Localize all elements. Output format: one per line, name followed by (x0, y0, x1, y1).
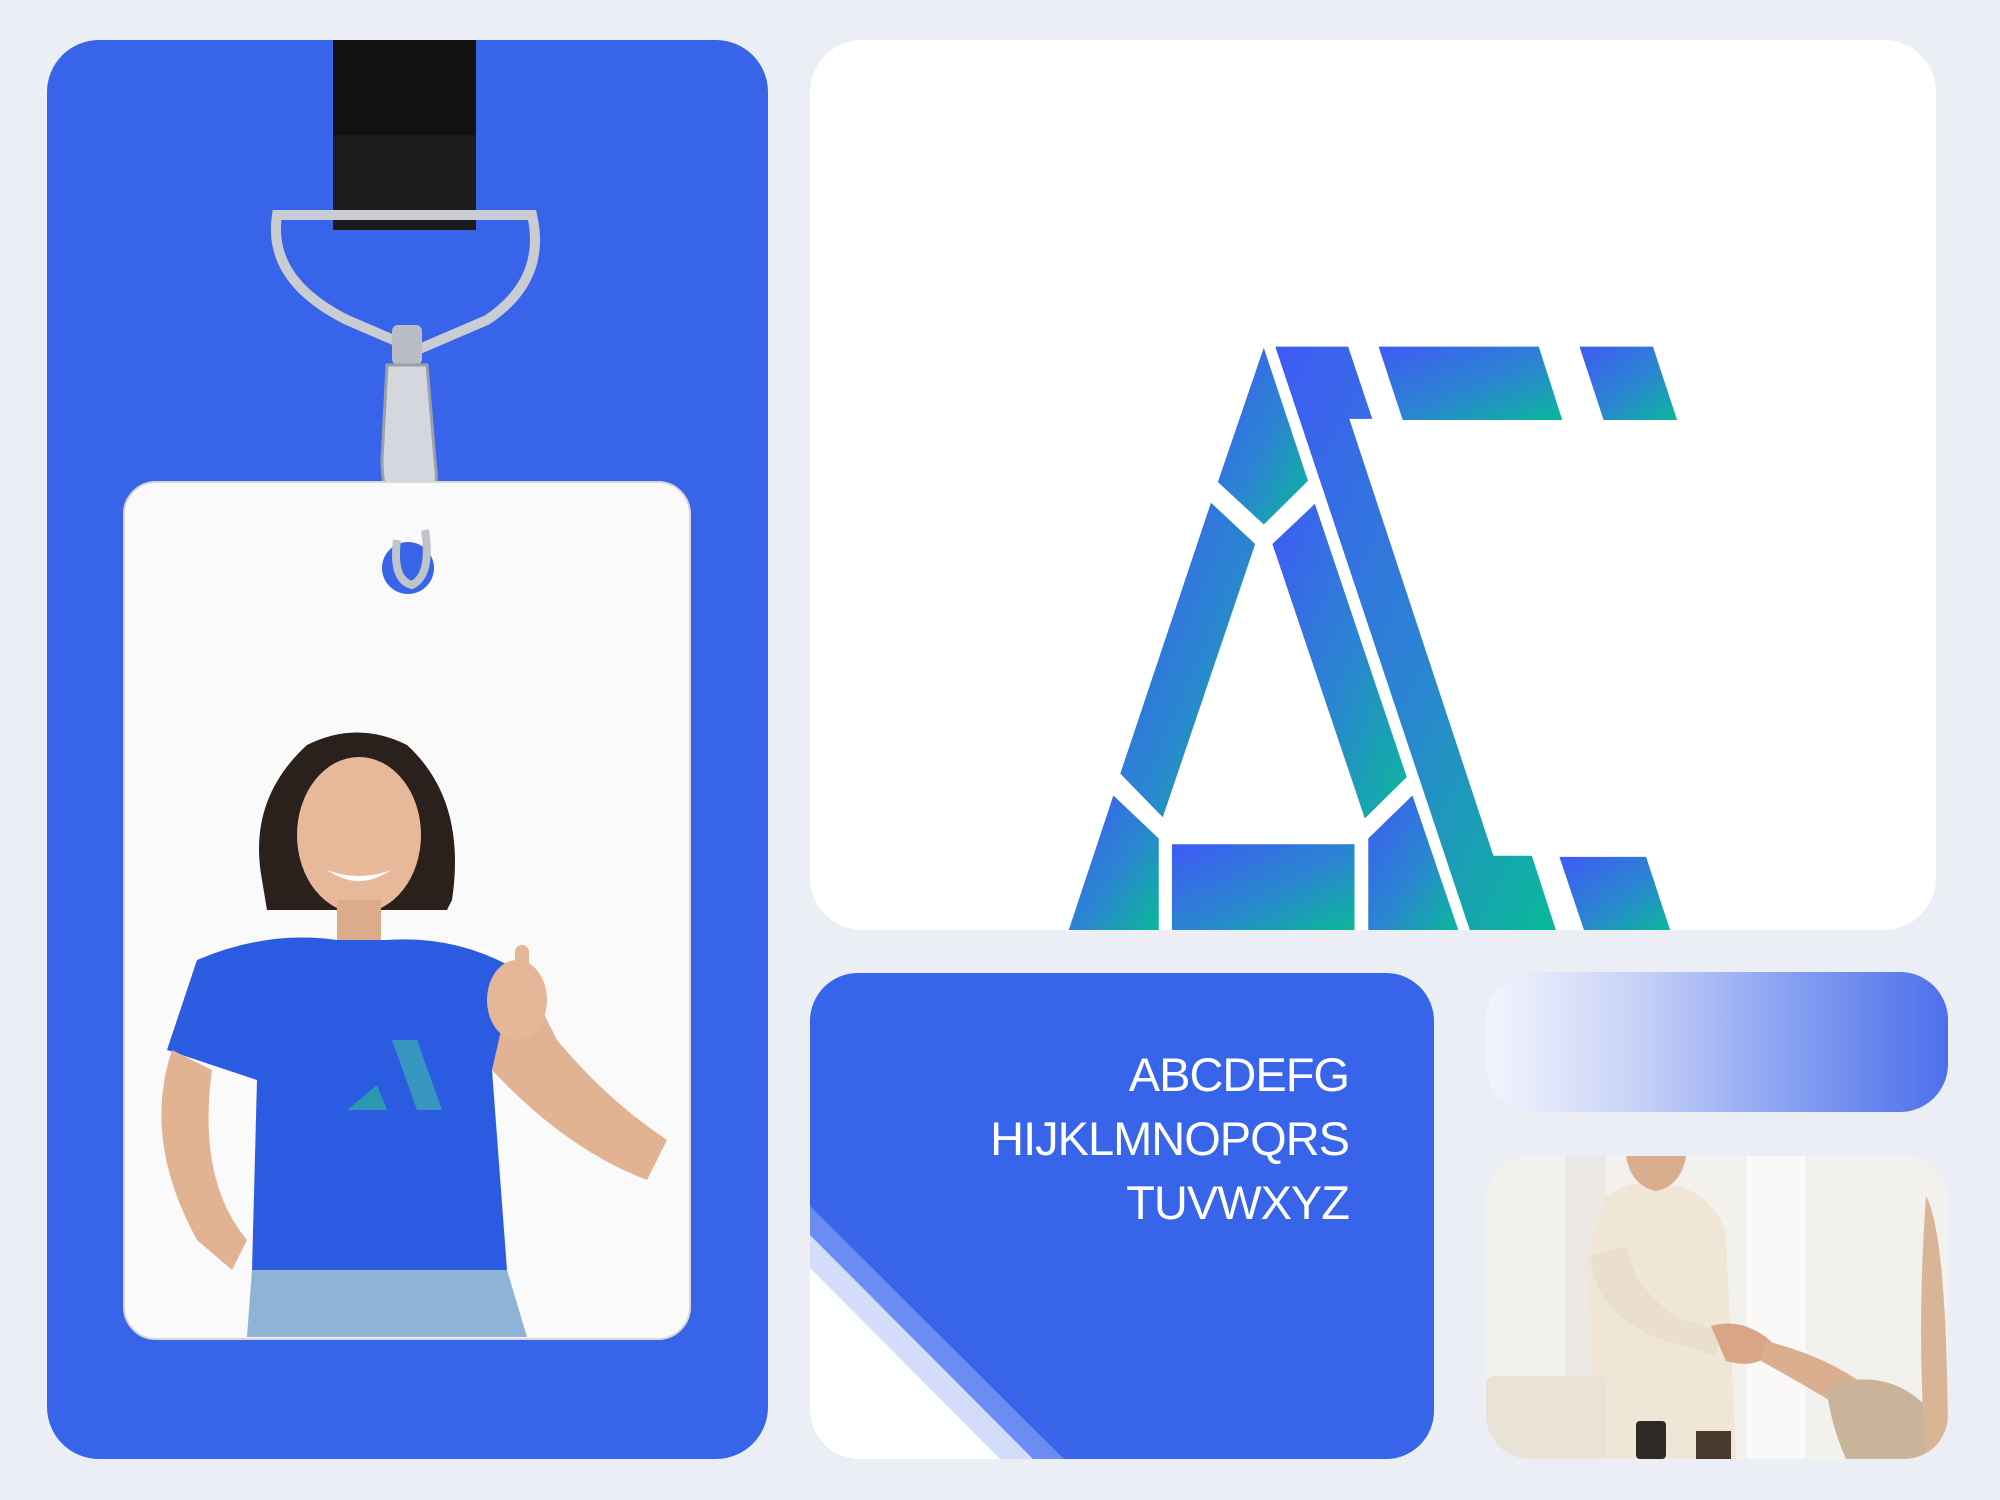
logo-showcase-card (810, 40, 1936, 930)
alphabet-line: HIJKLMNOPQRS (990, 1112, 1350, 1165)
color-gradient-swatch (1486, 972, 1948, 1112)
id-badge-mockup-card (47, 40, 768, 1459)
typography-card: ABCDEFG HIJKLMNOPQRS TUVWXYZ (810, 973, 1434, 1459)
alphabet-specimen: ABCDEFG HIJKLMNOPQRS TUVWXYZ (990, 1043, 1350, 1235)
handshake-photo (1486, 1156, 1948, 1459)
logo-segment (1378, 346, 1563, 421)
swivel-clasp (392, 325, 422, 365)
lanyard-badge-illustration (123, 40, 691, 1340)
logo-segment (1171, 844, 1355, 930)
ac-logo-mark (1068, 346, 1678, 930)
logo-segment (1120, 502, 1256, 818)
handshake-illustration (1486, 1156, 1948, 1459)
logo-segment (1579, 346, 1678, 421)
alphabet-line: ABCDEFG (1128, 1048, 1350, 1101)
alphabet-line: TUVWXYZ (1126, 1176, 1350, 1229)
logo-segment (1559, 856, 1671, 930)
logo-segment (1068, 795, 1159, 930)
